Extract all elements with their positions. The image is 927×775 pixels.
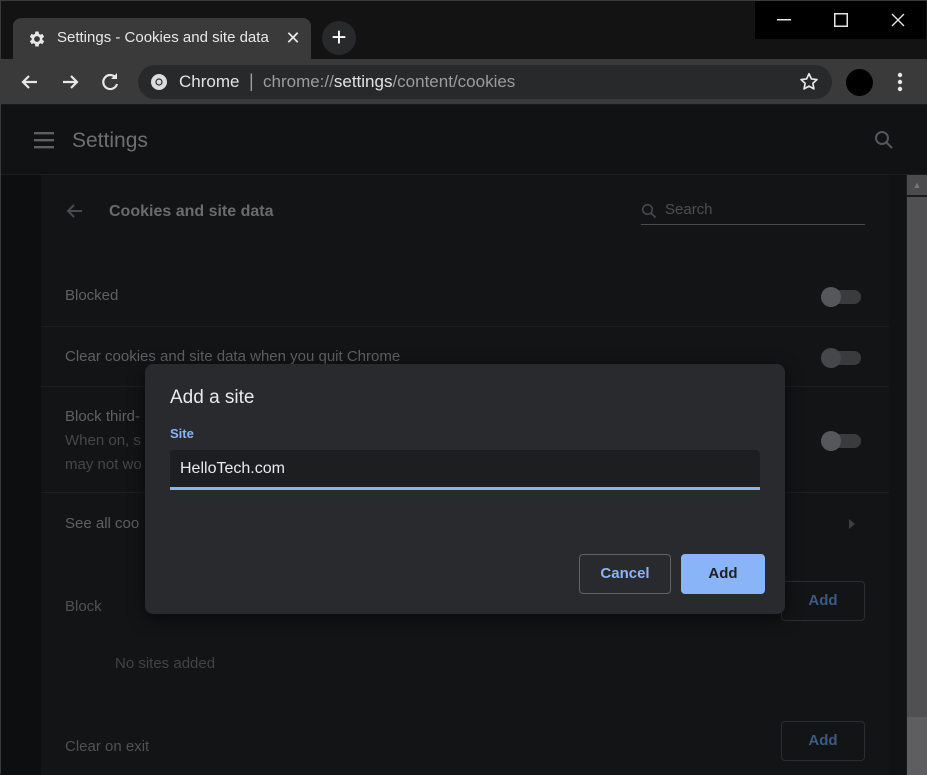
chevron-right-icon: [847, 517, 857, 531]
dialog-title: Add a site: [170, 387, 255, 408]
row-label: Block third-: [65, 408, 141, 425]
search-field[interactable]: Search: [641, 201, 865, 225]
row-label: Clear cookies and site data when you qui…: [65, 348, 401, 365]
forward-arrow-icon: [63, 75, 79, 89]
row-label: See all coo: [65, 515, 140, 532]
chrome-icon: [150, 73, 168, 91]
reload-button[interactable]: [96, 68, 124, 96]
reload-icon: [102, 73, 119, 91]
clear-on-quit-toggle[interactable]: [821, 348, 861, 368]
row-label: Blocked: [65, 287, 119, 304]
block-add-button[interactable]: Add: [781, 581, 865, 621]
page-title: Cookies and site data: [109, 203, 274, 220]
back-arrow-icon: [21, 75, 37, 89]
gear-icon: [27, 29, 47, 49]
site-field-label: Site: [170, 426, 194, 441]
new-tab-button[interactable]: +: [322, 21, 356, 55]
row-sublabel: When on, s: [65, 432, 141, 449]
tab-title: Settings - Cookies and site data: [57, 29, 269, 46]
back-arrow-icon[interactable]: [65, 201, 85, 221]
site-input-container: [170, 450, 760, 490]
maximize-button[interactable]: [812, 1, 869, 39]
blocked-toggle[interactable]: [821, 287, 861, 307]
clear-on-exit-add-button[interactable]: Add: [781, 721, 865, 761]
toolbar: Chrome | chrome://settings/content/cooki…: [1, 59, 927, 105]
title-bar: Settings - Cookies and site data ✕ +: [1, 1, 927, 59]
forward-button[interactable]: [56, 68, 84, 96]
no-sites-label: No sites added: [115, 655, 216, 672]
cancel-button[interactable]: Cancel: [579, 554, 671, 594]
search-placeholder: Search: [665, 201, 713, 218]
profile-avatar[interactable]: [846, 69, 873, 96]
back-button[interactable]: [16, 68, 44, 96]
maximize-icon: [833, 13, 848, 27]
clear-on-exit-label: Clear on exit: [65, 738, 150, 755]
settings-title: Settings: [72, 129, 148, 152]
search-icon[interactable]: [874, 130, 894, 150]
scroll-thumb[interactable]: [907, 197, 927, 717]
more-vert-icon: [897, 72, 903, 92]
add-button[interactable]: Add: [681, 554, 765, 594]
site-name: Chrome: [179, 72, 240, 91]
search-icon: [641, 203, 657, 219]
left-panel: [1, 175, 41, 775]
minimize-button[interactable]: [755, 1, 812, 39]
settings-header: Settings: [1, 105, 927, 175]
add-site-dialog: Add a site Site Cancel Add: [145, 364, 785, 614]
site-input[interactable]: [170, 450, 760, 487]
close-window-button[interactable]: [869, 1, 926, 39]
scroll-up-icon[interactable]: ▲: [907, 175, 927, 195]
setting-row-blocked: Blocked: [41, 265, 889, 327]
address-bar[interactable]: Chrome | chrome://settings/content/cooki…: [138, 65, 832, 99]
block-section-label: Block: [65, 598, 102, 615]
block-third-party-toggle[interactable]: [821, 431, 861, 451]
url-separator: |: [249, 71, 254, 91]
hamburger-menu-icon[interactable]: [34, 131, 54, 149]
scrollbar[interactable]: ▲: [906, 175, 927, 775]
row-sublabel: may not wo: [65, 456, 142, 473]
bookmark-star-icon[interactable]: [798, 71, 820, 93]
menu-button[interactable]: [890, 70, 910, 94]
minimize-icon: [776, 19, 791, 21]
browser-window: Settings - Cookies and site data ✕ + Chr…: [0, 0, 927, 775]
close-icon: [891, 13, 904, 27]
url-text: chrome://settings/content/cookies: [263, 72, 516, 91]
tab-settings[interactable]: Settings - Cookies and site data ✕: [13, 18, 311, 59]
tab-close-icon[interactable]: ✕: [283, 27, 303, 49]
